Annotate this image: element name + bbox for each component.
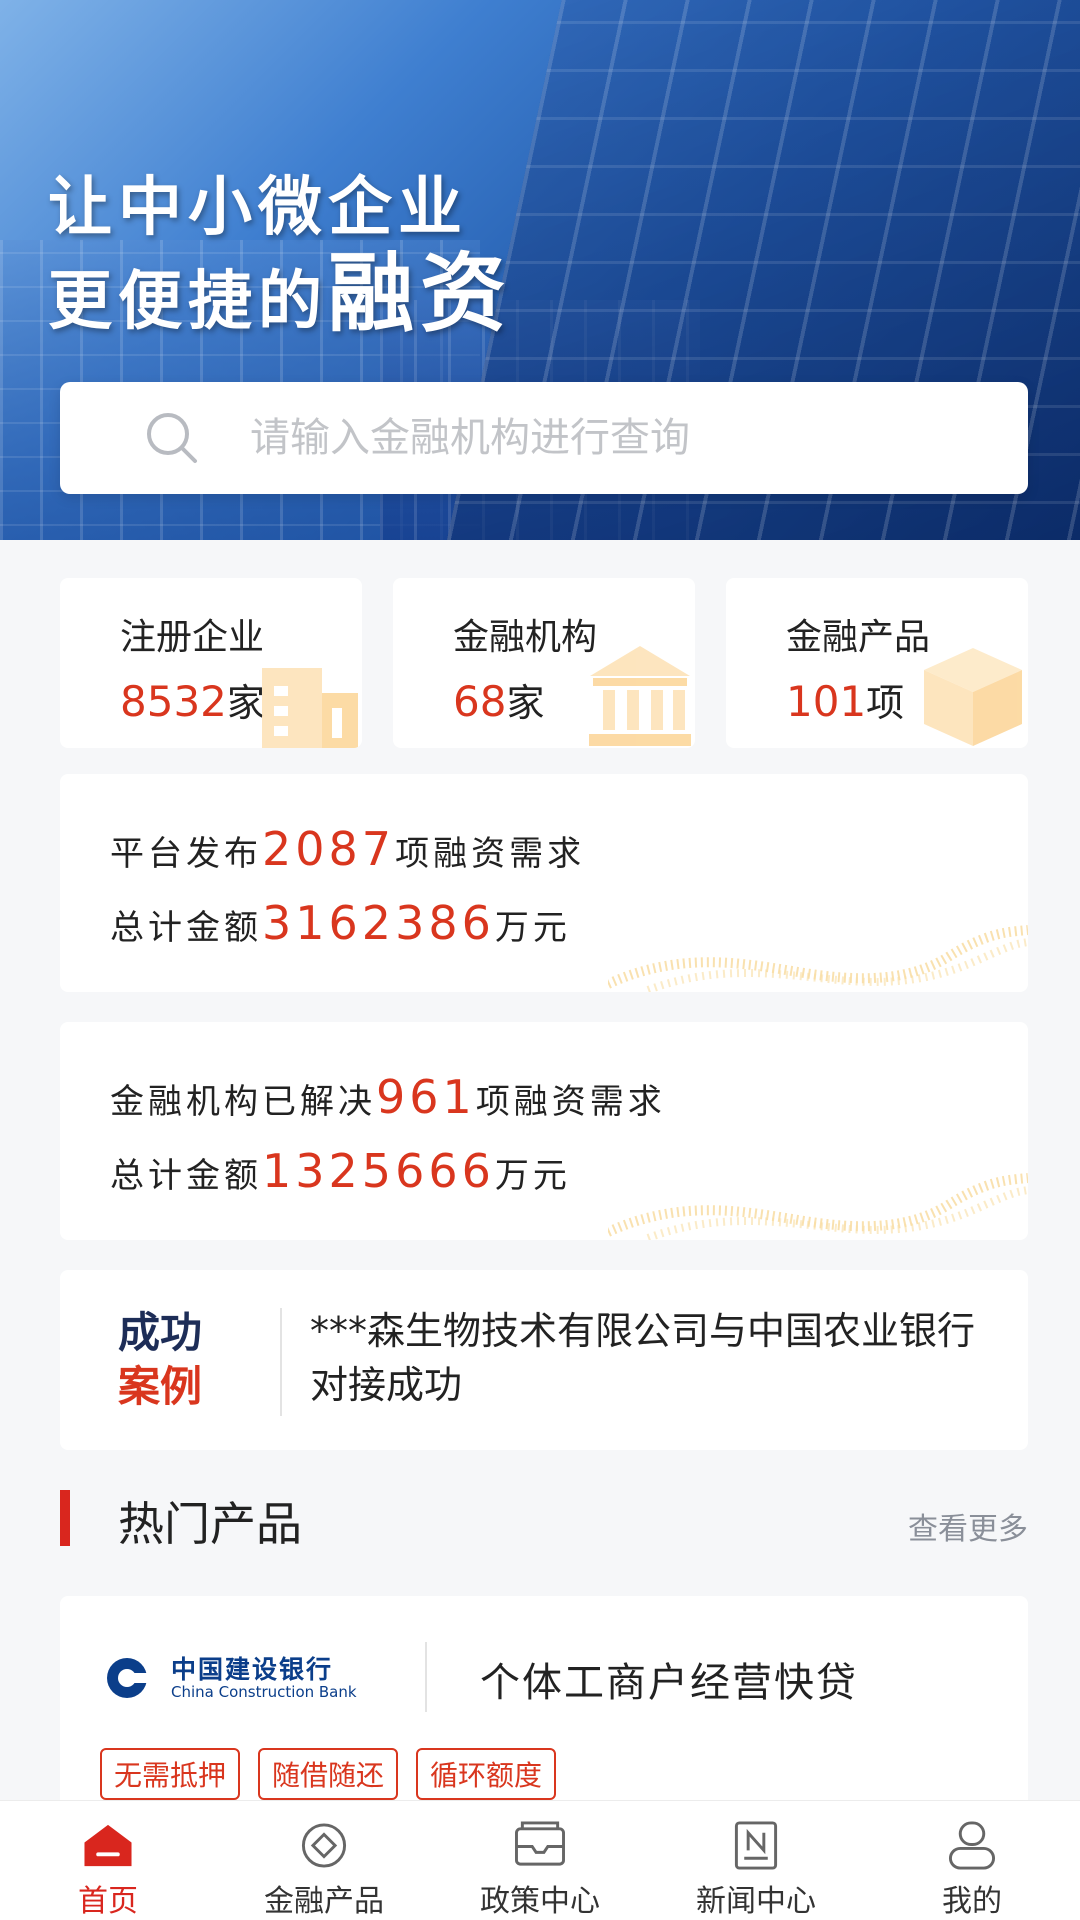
hero-slogan-line1: 让中小微企业 [48, 171, 468, 245]
demand-text: 平台发布 [110, 834, 262, 874]
demand-number: 1325666 [262, 1144, 495, 1198]
bank-name-en: China Construction Bank [171, 1682, 357, 1701]
stat-number: 101 [786, 677, 867, 726]
bottom-tab-bar: 首页 金融产品 政策中心 新闻中心 我的 [0, 1800, 1080, 1920]
coin-icon [301, 1823, 347, 1868]
hero-slogan-emphasis: 融资 [328, 244, 512, 344]
bank-name-cn: 中国建设银行 [171, 1654, 334, 1684]
envelope-icon [515, 1821, 565, 1866]
tab-label: 我的 [942, 1884, 1002, 1919]
stat-number: 68 [453, 677, 507, 726]
bank-icon [589, 646, 691, 746]
demand-solved-amount: 总计金额1325666万元 [110, 1144, 571, 1198]
search-input[interactable] [250, 415, 950, 461]
demand-number: 3162386 [262, 896, 495, 950]
demand-text: 万元 [494, 1156, 571, 1196]
stat-unit: 家 [506, 681, 545, 725]
demand-text: 万元 [494, 908, 571, 948]
stat-value: 8532家 [120, 672, 265, 727]
section-title: 热门产品 [118, 1497, 302, 1551]
hero-banner: 让中小微企业 更便捷的融资 [0, 0, 1080, 540]
section-accent-bar [60, 1490, 70, 1546]
tab-mine[interactable]: 我的 [864, 1801, 1080, 1920]
success-case-card[interactable]: 成功 案例 ***森生物技术有限公司与中国农业银行对接成功 [60, 1270, 1028, 1450]
ccb-logo-icon [107, 1658, 159, 1698]
hero-slogan: 让中小微企业 更便捷的融资 [48, 168, 512, 348]
demand-text: 总计金额 [110, 908, 262, 948]
divider [280, 1308, 282, 1416]
divider [425, 1642, 427, 1712]
stat-card-products[interactable]: 金融产品 101项 [726, 578, 1028, 748]
demand-published-amount: 总计金额3162386万元 [110, 896, 571, 950]
stat-label: 金融产品 [786, 617, 931, 658]
dotted-wave-decoration [608, 1173, 1028, 1240]
tab-label: 金融产品 [264, 1884, 384, 1919]
tab-news-center[interactable]: 新闻中心 [648, 1801, 864, 1920]
success-case-badge: 成功 案例 [118, 1306, 202, 1414]
demand-published-card[interactable]: 平台发布2087项融资需求 总计金额3162386万元 [60, 774, 1028, 992]
dotted-wave-decoration [608, 925, 1028, 992]
view-more-link[interactable]: 查看更多 [908, 1504, 1028, 1548]
hero-slogan-prefix: 更便捷的 [48, 265, 328, 339]
tab-home[interactable]: 首页 [0, 1801, 216, 1920]
product-name: 个体工商户经营快贷 [480, 1660, 858, 1706]
news-icon [734, 1821, 778, 1870]
box-icon [924, 648, 1022, 746]
demand-number: 2087 [262, 822, 396, 876]
bank-logo: 中国建设银行 China Construction Bank [105, 1648, 405, 1708]
tab-policy-center[interactable]: 政策中心 [432, 1801, 648, 1920]
home-icon [84, 1824, 132, 1867]
product-tag: 循环额度 [416, 1748, 557, 1800]
stat-card-enterprises[interactable]: 注册企业 8532家 [60, 578, 362, 748]
search-icon [142, 408, 202, 468]
stat-label: 金融机构 [453, 617, 598, 658]
demand-text: 总计金额 [110, 1156, 262, 1196]
demand-solved-card[interactable]: 金融机构已解决961项融资需求 总计金额1325666万元 [60, 1022, 1028, 1240]
hero-slogan-line2: 更便捷的融资 [48, 248, 512, 348]
tab-finance-products[interactable]: 金融产品 [216, 1801, 432, 1920]
demand-text: 项融资需求 [395, 834, 586, 874]
tab-label: 新闻中心 [696, 1884, 816, 1919]
search-bar[interactable] [60, 382, 1028, 494]
product-tag: 随借随还 [258, 1748, 399, 1800]
success-case-badge-bottom: 案例 [118, 1362, 203, 1411]
product-tags: 无需抵押 随借随还 循环额度 [100, 1748, 557, 1800]
tab-label: 首页 [78, 1884, 138, 1919]
demand-solved-count: 金融机构已解决961项融资需求 [110, 1070, 666, 1124]
stat-unit: 项 [866, 681, 905, 725]
demand-published-count: 平台发布2087项融资需求 [110, 822, 585, 876]
demand-text: 金融机构已解决 [110, 1082, 376, 1122]
stat-value: 101项 [786, 672, 904, 727]
stat-number: 8532 [120, 677, 227, 726]
stat-value: 68家 [453, 672, 544, 727]
stat-card-institutions[interactable]: 金融机构 68家 [393, 578, 695, 748]
demand-number: 961 [376, 1070, 476, 1124]
tab-label: 政策中心 [480, 1884, 600, 1919]
success-case-text[interactable]: ***森生物技术有限公司与中国农业银行对接成功 [310, 1304, 1000, 1412]
success-case-badge-top: 成功 [118, 1308, 203, 1357]
product-tag: 无需抵押 [100, 1748, 241, 1800]
stat-label: 注册企业 [120, 617, 265, 658]
building-icon [262, 668, 358, 748]
user-icon [948, 1821, 996, 1870]
demand-text: 项融资需求 [475, 1082, 666, 1122]
